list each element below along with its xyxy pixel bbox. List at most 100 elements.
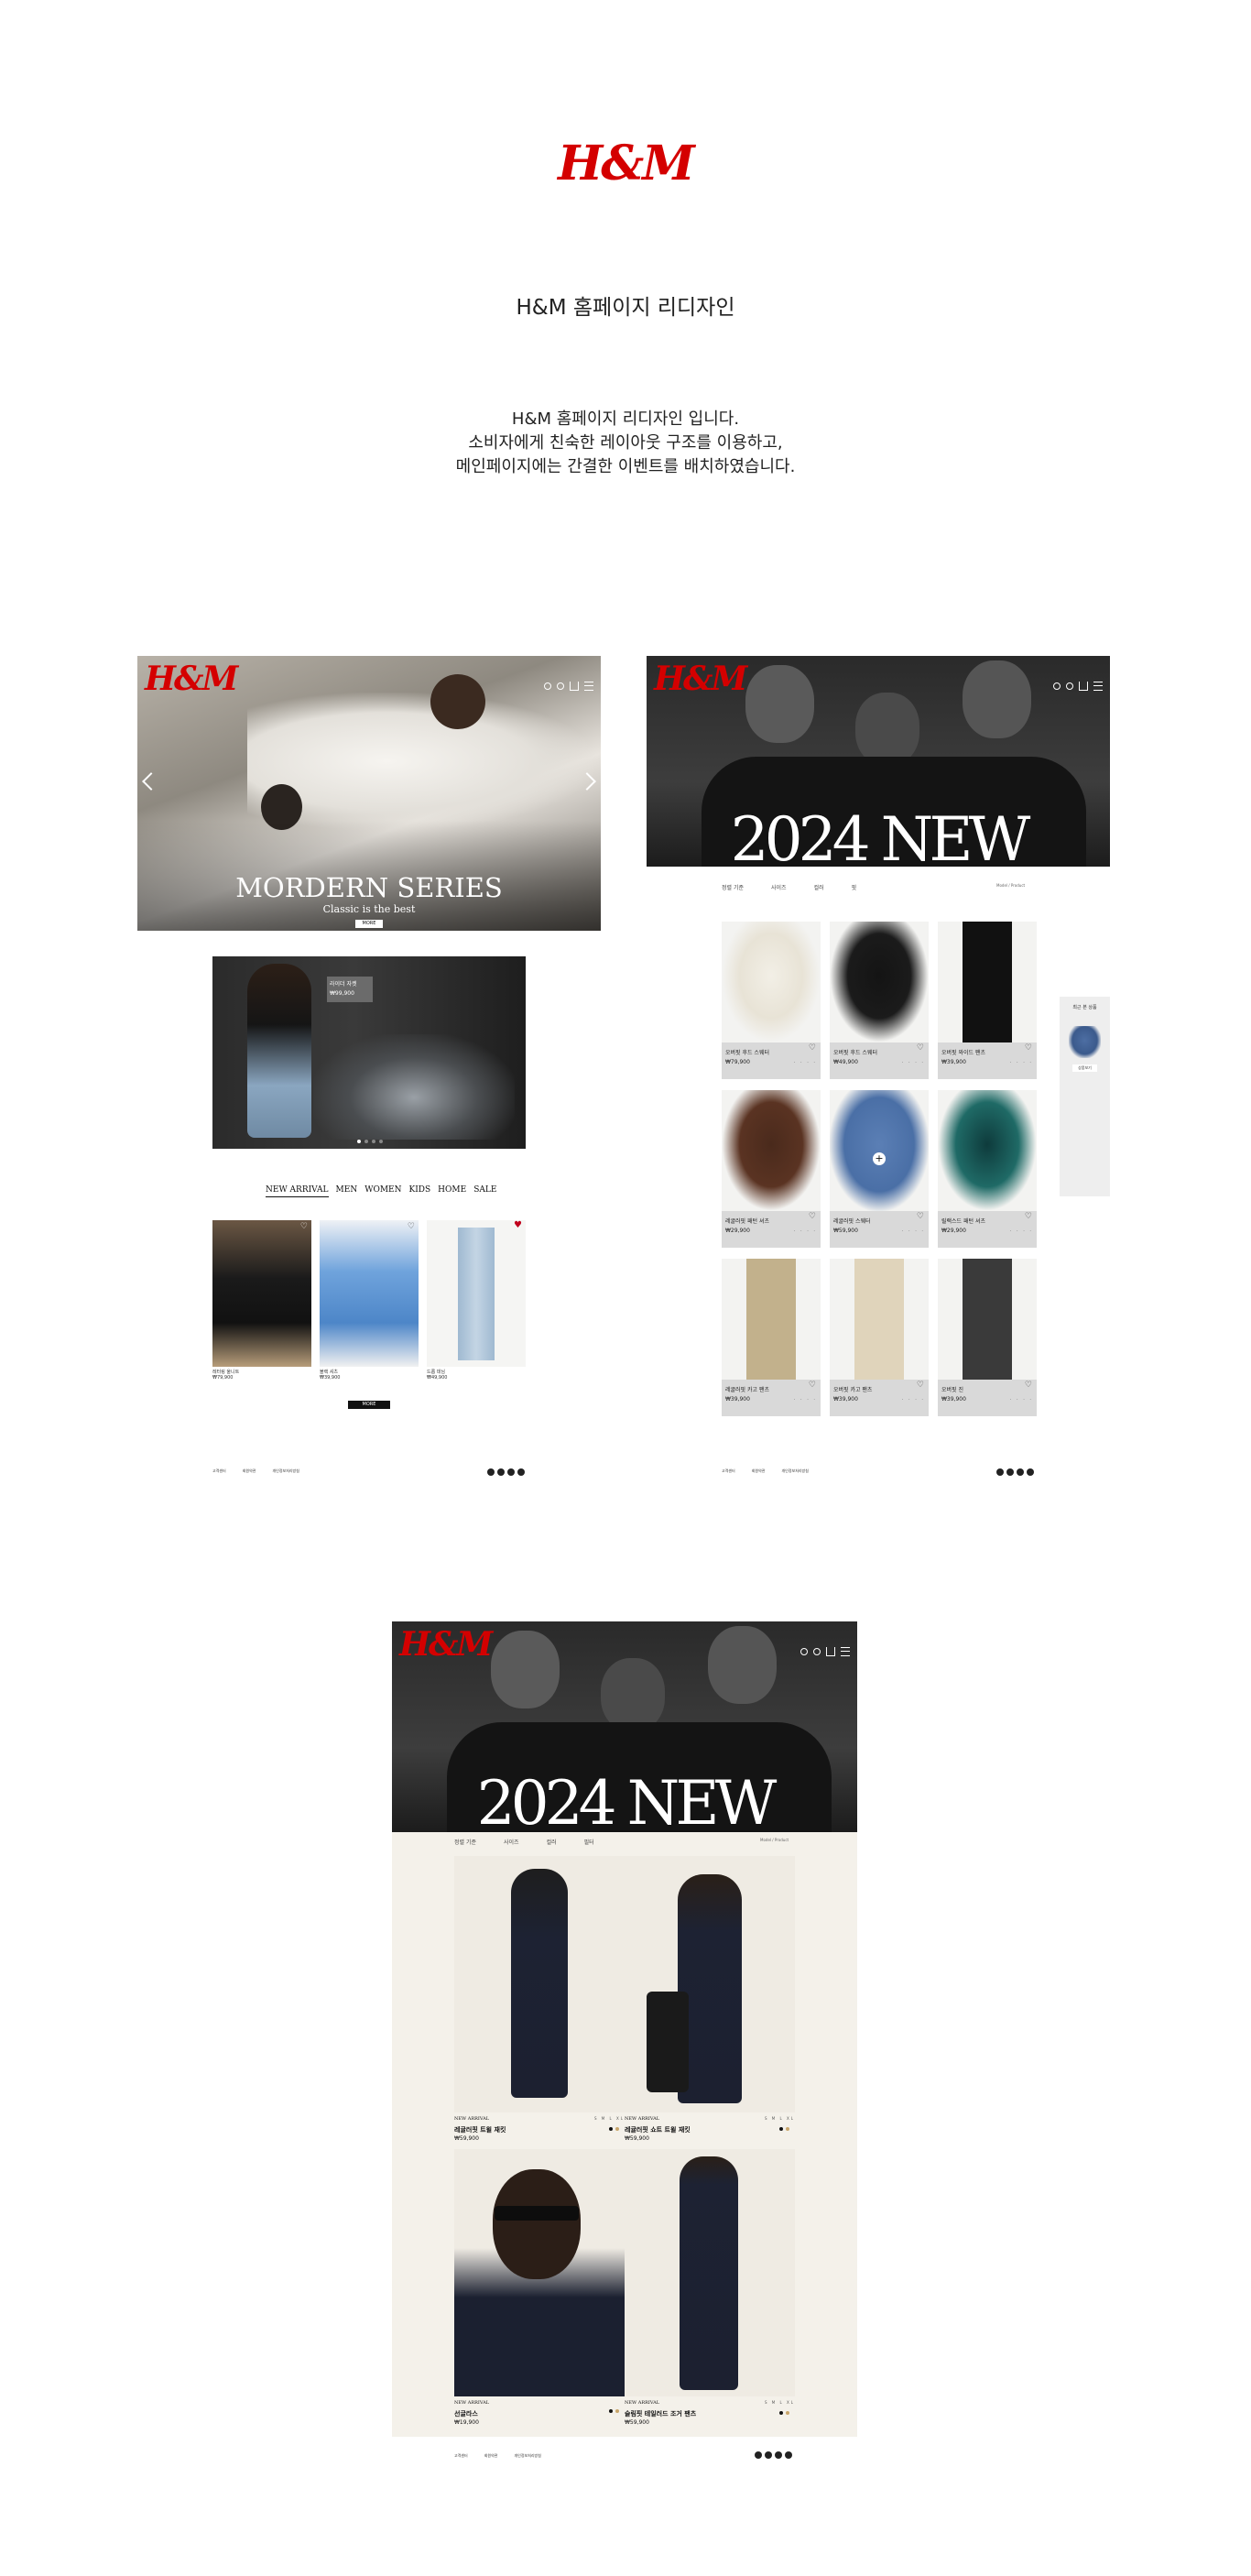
hm-logo[interactable]: H&M <box>399 1625 493 1664</box>
view-toggle[interactable]: Model / Product <box>996 883 1025 888</box>
product-card[interactable]: ♡ 레귤러핏 패턴 셔츠 ₩29,900 · · · · <box>722 1090 821 1248</box>
menu-icon[interactable] <box>584 682 593 691</box>
size-dots[interactable]: · · · · <box>902 1397 925 1403</box>
product-card[interactable]: ♥ 드롭 데님 ₩49,900 <box>427 1220 526 1381</box>
instagram-icon[interactable] <box>996 1468 1004 1476</box>
add-to-cart-icon[interactable]: + <box>873 1152 886 1165</box>
size-dots[interactable]: · · · · <box>902 1228 925 1234</box>
twitter-icon[interactable] <box>1006 1468 1014 1476</box>
size-dots[interactable]: · · · · <box>1010 1397 1033 1403</box>
heart-icon[interactable]: ♡ <box>917 1043 924 1053</box>
product-card[interactable]: ♡ 오버핏 와이드 팬츠 ₩39,900 · · · · <box>938 922 1037 1079</box>
heart-icon-filled[interactable]: ♥ <box>514 1220 522 1230</box>
product-card[interactable]: ♡ 레터링 울니트 ₩79,900 <box>212 1220 311 1381</box>
recent-view-button[interactable]: 상품보기 <box>1072 1064 1097 1072</box>
model-card[interactable]: NEW ARRIVAL 슬림핏 테일러드 조거 팬츠 ₩59,900 S M L… <box>625 2149 795 2433</box>
youtube-icon[interactable] <box>517 1468 525 1476</box>
model-card[interactable]: NEW ARRIVAL 레귤러핏 트윌 재킷 ₩59,900 S M L XL <box>454 1856 625 2149</box>
search-icon[interactable] <box>1066 682 1073 690</box>
tab-new-arrival[interactable]: NEW ARRIVAL <box>266 1185 329 1197</box>
cart-icon[interactable] <box>570 682 579 691</box>
footer-link[interactable]: 개인정보처리방침 <box>514 2453 540 2458</box>
heart-icon[interactable]: ♡ <box>1025 1381 1032 1390</box>
size-dots[interactable]: · · · · <box>794 1060 817 1065</box>
footer-link[interactable]: 고객센터 <box>722 1468 735 1473</box>
menu-icon[interactable] <box>841 1647 850 1656</box>
heart-icon[interactable]: ♡ <box>809 1381 816 1390</box>
twitter-icon[interactable] <box>497 1468 505 1476</box>
hm-logo[interactable]: H&M <box>145 660 238 698</box>
instagram-icon[interactable] <box>487 1468 495 1476</box>
tab-women[interactable]: WOMEN <box>364 1185 401 1197</box>
tab-sale[interactable]: SALE <box>473 1185 496 1197</box>
recent-item[interactable] <box>1069 1026 1101 1058</box>
filter-color[interactable]: 컬러 <box>814 883 824 891</box>
chevron-left-icon[interactable] <box>142 772 160 791</box>
filter-size[interactable]: 사이즈 <box>504 1838 519 1846</box>
color-swatch[interactable] <box>615 2409 619 2413</box>
menu-icon[interactable] <box>1093 682 1103 691</box>
user-icon[interactable] <box>800 1648 808 1655</box>
product-card[interactable]: ♡ 오버핏 카고 팬츠 ₩39,900 · · · · <box>830 1259 929 1416</box>
user-icon[interactable] <box>544 682 551 690</box>
search-icon[interactable] <box>813 1648 821 1655</box>
heart-icon[interactable]: ♡ <box>300 1222 308 1231</box>
heart-icon[interactable]: ♡ <box>408 1222 415 1231</box>
size-dots[interactable]: · · · · <box>794 1397 817 1403</box>
footer-link[interactable]: 고객센터 <box>212 1468 226 1473</box>
product-card[interactable]: + ♡ 레귤러핏 스웨터 ₩59,900 · · · · <box>830 1090 929 1248</box>
filter-more[interactable]: 필터 <box>584 1838 594 1846</box>
color-swatch[interactable] <box>615 2127 619 2131</box>
footer-link[interactable]: 회원약관 <box>484 2453 498 2458</box>
color-swatch[interactable] <box>609 2409 613 2413</box>
youtube-icon[interactable] <box>785 2451 792 2459</box>
cart-icon[interactable] <box>1079 682 1088 691</box>
color-swatch[interactable] <box>779 2411 783 2415</box>
slider-dot[interactable] <box>372 1140 375 1143</box>
tab-home[interactable]: HOME <box>438 1185 466 1197</box>
search-icon[interactable] <box>557 682 564 690</box>
facebook-icon[interactable] <box>1017 1468 1024 1476</box>
heart-icon[interactable]: ♡ <box>1025 1043 1032 1053</box>
filter-sort[interactable]: 정렬 기준 <box>454 1838 476 1846</box>
size-dots[interactable]: · · · · <box>1010 1228 1033 1234</box>
filter-sort[interactable]: 정렬 기준 <box>722 883 744 891</box>
product-card[interactable]: ♡ 블랙 셔츠 ₩39,900 <box>320 1220 419 1381</box>
size-dots[interactable]: · · · · <box>1010 1060 1033 1065</box>
heart-icon[interactable]: ♡ <box>809 1043 816 1053</box>
product-card[interactable]: ♡ 오버핏 진 ₩39,900 · · · · <box>938 1259 1037 1416</box>
user-icon[interactable] <box>1053 682 1061 690</box>
product-card[interactable]: ♡ 오버핏 후드 스웨터 ₩49,900 · · · · <box>830 922 929 1079</box>
hm-logo[interactable]: H&M <box>654 660 747 698</box>
color-swatch[interactable] <box>609 2127 613 2131</box>
footer-link[interactable]: 개인정보처리방침 <box>272 1468 299 1473</box>
filter-size[interactable]: 사이즈 <box>771 883 787 891</box>
model-card[interactable]: NEW ARRIVAL 레귤러핏 쇼트 트윌 재킷 ₩59,900 S M L … <box>625 1856 795 2149</box>
size-dots[interactable]: · · · · <box>902 1060 925 1065</box>
slider-dot-active[interactable] <box>357 1140 361 1143</box>
cart-icon[interactable] <box>826 1647 835 1656</box>
color-swatch[interactable] <box>786 2127 789 2131</box>
footer-link[interactable]: 회원약관 <box>752 1468 766 1473</box>
filter-fit[interactable]: 핏 <box>852 883 857 891</box>
heart-icon[interactable]: ♡ <box>809 1212 816 1221</box>
instagram-icon[interactable] <box>755 2451 762 2459</box>
color-swatch[interactable] <box>779 2127 783 2131</box>
tab-kids[interactable]: KIDS <box>409 1185 431 1197</box>
filter-color[interactable]: 컬러 <box>547 1838 557 1846</box>
product-card[interactable]: ♡ 릴랙스드 패턴 셔츠 ₩29,900 · · · · <box>938 1090 1037 1248</box>
hero-more-button[interactable]: MORE <box>355 920 383 928</box>
size-options[interactable]: S M L XL <box>765 2116 795 2121</box>
promo-banner[interactable]: 라이더 자켓 ₩99,900 <box>212 956 526 1149</box>
product-card[interactable]: ♡ 오버핏 후드 스웨터 ₩79,900 · · · · <box>722 922 821 1079</box>
model-card[interactable]: NEW ARRIVAL 선글라스 ₩19,900 <box>454 2149 625 2433</box>
more-button[interactable]: MORE <box>348 1401 390 1409</box>
color-swatch[interactable] <box>786 2411 789 2415</box>
youtube-icon[interactable] <box>1027 1468 1034 1476</box>
slider-dot[interactable] <box>379 1140 383 1143</box>
heart-icon[interactable]: ♡ <box>1025 1212 1032 1221</box>
heart-icon[interactable]: ♡ <box>917 1381 924 1390</box>
tab-men[interactable]: MEN <box>336 1185 358 1197</box>
footer-link[interactable]: 개인정보처리방침 <box>781 1468 808 1473</box>
slider-dot[interactable] <box>364 1140 368 1143</box>
